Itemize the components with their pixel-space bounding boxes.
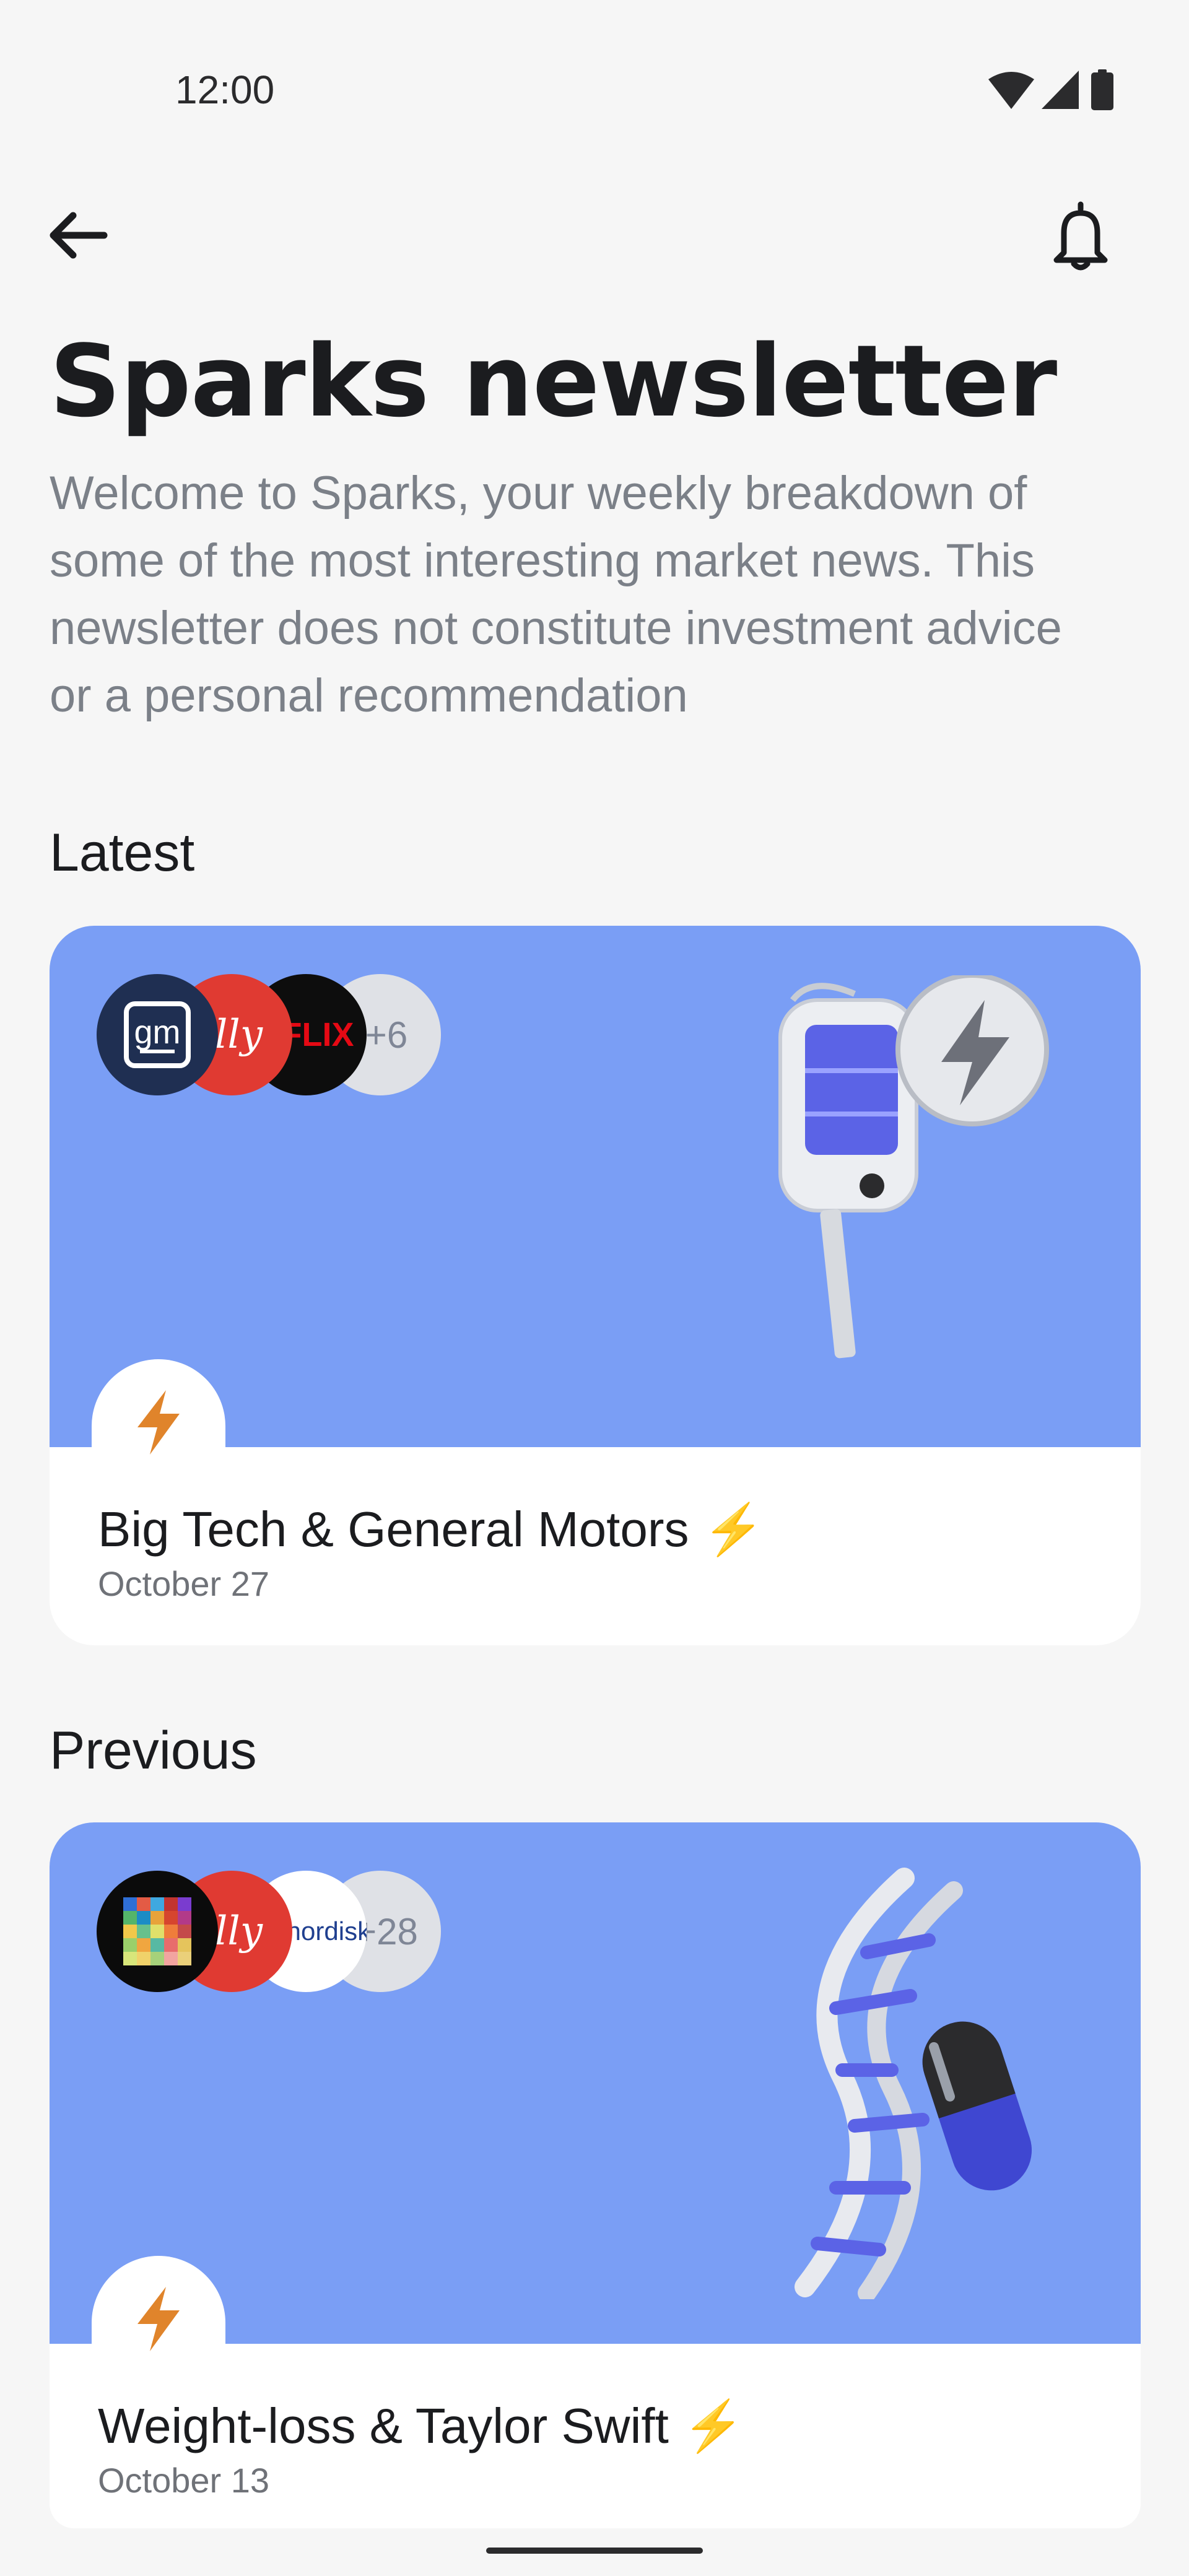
bolt-badge	[92, 1359, 225, 1493]
arrow-left-icon	[50, 212, 108, 259]
company-logos: +6 NETFLIX Lilly gm	[97, 974, 443, 1098]
card-date: October 13	[98, 2461, 270, 2500]
back-button[interactable]	[45, 201, 113, 269]
newsletter-card-previous[interactable]: +28 novo nordisk Lilly	[50, 1822, 1141, 2528]
bell-icon	[1053, 201, 1108, 271]
card-title: Big Tech & General Motors ⚡	[98, 1502, 765, 1557]
card-title: Weight-loss & Taylor Swift ⚡	[98, 2398, 744, 2453]
intro-text: Welcome to Sparks, your weekly breakdown…	[50, 467, 1062, 722]
key-battery-illustration	[778, 975, 1049, 1359]
section-title-latest: Latest	[50, 823, 195, 882]
pixel-mosaic-icon	[123, 1897, 191, 1965]
status-icons	[988, 69, 1137, 113]
gm-logo: gm	[97, 974, 218, 1095]
wifi-icon	[988, 72, 1034, 109]
page-title: Sparks newsletter	[50, 323, 1057, 439]
card-hero: +28 novo nordisk Lilly	[50, 1822, 1141, 2390]
cellular-signal-icon	[1042, 71, 1079, 109]
newsletter-card-latest[interactable]: +6 NETFLIX Lilly gm	[50, 926, 1141, 1645]
home-indicator[interactable]	[486, 2548, 703, 2554]
status-bar: 12:00	[0, 0, 1189, 124]
lightning-bolt-icon	[137, 2287, 180, 2351]
notifications-button[interactable]	[1047, 198, 1115, 272]
dna-capsule-illustration	[795, 1868, 1032, 2299]
card-date: October 27	[98, 1564, 270, 1603]
pixel-grid-logo	[97, 1871, 218, 1992]
bolt-badge	[92, 2256, 225, 2390]
battery-icon	[1091, 69, 1113, 110]
section-title-previous: Previous	[50, 1721, 257, 1780]
status-time: 12:00	[175, 67, 275, 112]
company-logos: +28 novo nordisk Lilly	[97, 1871, 443, 1995]
card-hero: +6 NETFLIX Lilly gm	[50, 926, 1141, 1493]
lightning-bolt-icon	[137, 1390, 180, 1455]
